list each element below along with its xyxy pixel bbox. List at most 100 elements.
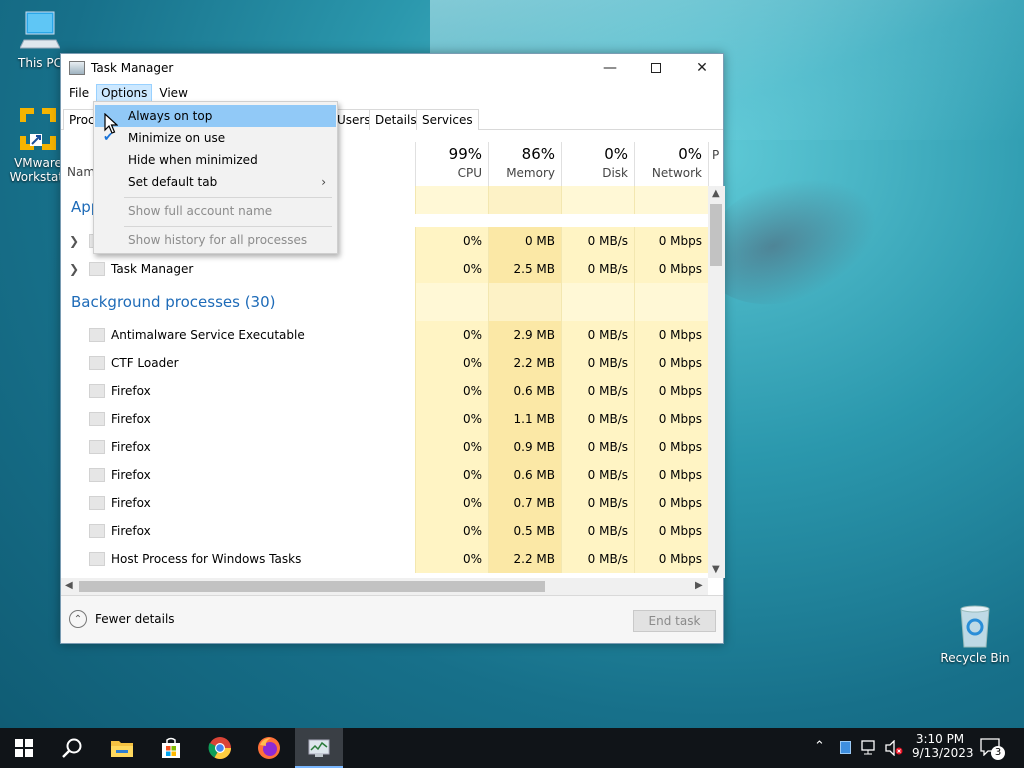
network-cell: 0 Mbps [634,433,708,461]
table-row[interactable]: ❯ Task Manager 0% 2.5 MB 0 MB/s 0 Mbps [61,255,708,283]
table-row[interactable]: Firefox 0% 0.5 MB 0 MB/s 0 Mbps [61,517,708,545]
disk-cell: 0 MB/s [561,349,634,377]
column-header-name[interactable]: Nam [67,165,95,179]
process-icon [89,468,105,482]
start-button[interactable] [0,728,48,768]
group-title-background: Background processes (30) [71,293,276,311]
tab-details[interactable]: Details [369,109,423,130]
scroll-down-icon[interactable]: ▼ [712,564,720,575]
network-icon[interactable] [861,740,879,756]
menu-item-show-full-account-name[interactable]: Show full account name [95,200,336,222]
table-row[interactable]: Firefox 0% 0.7 MB 0 MB/s 0 Mbps [61,489,708,517]
memory-cell: 2.2 MB [488,545,561,573]
menu-item-label: Always on top [128,109,213,123]
cpu-cell: 0% [415,321,488,349]
fewer-details-button[interactable]: ⌃ Fewer details [69,610,175,628]
menu-item-label: Hide when minimized [128,153,258,167]
scroll-left-icon[interactable]: ◀ [65,580,73,591]
table-row[interactable]: Firefox 0% 0.6 MB 0 MB/s 0 Mbps [61,461,708,489]
search-button[interactable] [48,728,96,768]
vertical-scrollbar[interactable]: ▲ ▼ [708,186,725,578]
taskbar-file-explorer[interactable] [98,728,146,768]
table-row[interactable]: CTF Loader 0% 2.2 MB 0 MB/s 0 Mbps [61,349,708,377]
this-pc-icon [20,11,60,49]
disk-total: 0% [604,145,628,163]
taskbar-firefox[interactable] [245,728,293,768]
desktop-icon-recycle-bin[interactable]: Recycle Bin [939,603,1011,665]
clock[interactable]: 3:10 PM 9/13/2023 [912,732,974,760]
table-row[interactable]: Firefox 0% 0.9 MB 0 MB/s 0 Mbps [61,433,708,461]
table-row[interactable]: Antimalware Service Executable 0% 2.9 MB 0 … [61,321,708,349]
show-hidden-icons-chevron[interactable]: ⌃ [814,739,825,754]
network-cell: 0 Mbps [634,255,708,283]
horizontal-scrollbar[interactable]: ◀ ▶ [61,578,708,595]
volume-muted-icon[interactable] [884,740,904,756]
menu-item-show-history-all-processes[interactable]: Show history for all processes [95,229,336,251]
vertical-scroll-thumb[interactable] [710,204,722,266]
menu-item-always-on-top[interactable]: Always on top [95,105,336,127]
menu-file[interactable]: File [64,84,94,102]
memory-cell: 0.9 MB [488,433,561,461]
disk-cell: 0 MB/s [561,545,634,573]
process-icon [89,412,105,426]
network-cell: 0 Mbps [634,377,708,405]
taskbar-store[interactable] [147,728,195,768]
column-header-network[interactable]: 0% Network [634,142,708,186]
table-row[interactable]: Firefox 0% 0.6 MB 0 MB/s 0 Mbps [61,377,708,405]
maximize-button[interactable] [633,54,679,82]
desktop-icon-label: Recycle Bin [940,651,1010,665]
store-icon [162,737,180,758]
cpu-cell: 0% [415,545,488,573]
disk-label: Disk [602,166,628,180]
close-icon: ✕ [696,60,708,76]
process-name: Antimalware Service Executable [111,328,305,342]
file-explorer-icon [111,741,133,757]
cpu-cell: 0% [415,433,488,461]
column-header-memory[interactable]: 86% Memory [488,142,561,186]
table-row[interactable]: Host Process for Windows Tasks 0% 2.2 MB 0 … [61,545,708,573]
cpu-cell: 0% [415,489,488,517]
menu-options[interactable]: Options [96,84,153,102]
horizontal-scroll-thumb[interactable] [79,581,545,592]
notification-center-button[interactable]: 3 [980,738,1005,760]
cpu-cell: 0% [415,255,488,283]
taskbar-chrome[interactable] [196,728,244,768]
disk-cell: 0 MB/s [561,255,634,283]
title-bar[interactable]: Task Manager — ✕ [61,54,723,82]
close-button[interactable]: ✕ [679,54,725,82]
column-header-cpu[interactable]: 99% CPU [415,142,488,186]
desktop-icon-label: VMware Workstati [9,156,67,184]
task-manager-icon [308,739,330,757]
scroll-up-icon[interactable]: ▲ [712,188,720,199]
scroll-right-icon[interactable]: ▶ [695,580,703,591]
vmware-tools-icon[interactable] [840,741,851,754]
process-name: Firefox [111,524,151,538]
menu-item-set-default-tab[interactable]: Set default tab › [95,171,336,193]
process-icon [89,262,105,276]
memory-total: 86% [521,145,555,163]
process-icon [89,440,105,454]
process-icon [89,328,105,342]
taskbar-task-manager[interactable] [295,728,343,768]
column-header-disk[interactable]: 0% Disk [561,142,634,186]
menu-item-hide-when-minimized[interactable]: Hide when minimized [95,149,336,171]
memory-cell: 1.1 MB [488,405,561,433]
menu-item-minimize-on-use[interactable]: ✔ Minimize on use [95,127,336,149]
tab-services[interactable]: Services [416,109,479,130]
cpu-cell: 0% [415,227,488,255]
menu-separator [124,197,332,198]
disk-cell: 0 MB/s [561,433,634,461]
table-row[interactable]: Firefox 0% 1.1 MB 0 MB/s 0 Mbps [61,405,708,433]
disk-cell: 0 MB/s [561,517,634,545]
menu-view[interactable]: View [154,84,192,102]
column-header-power[interactable]: P [708,142,723,186]
minimize-icon: — [603,60,617,76]
chrome-icon [208,737,231,759]
expand-chevron-icon[interactable]: ❯ [69,255,79,283]
cpu-cell: 0% [415,517,488,545]
end-task-button[interactable]: End task [633,610,716,632]
minimize-button[interactable]: — [587,54,633,82]
clock-date: 9/13/2023 [912,746,974,760]
expand-chevron-icon[interactable]: ❯ [69,227,79,255]
group-row-background[interactable]: Background processes (30) [61,283,708,321]
